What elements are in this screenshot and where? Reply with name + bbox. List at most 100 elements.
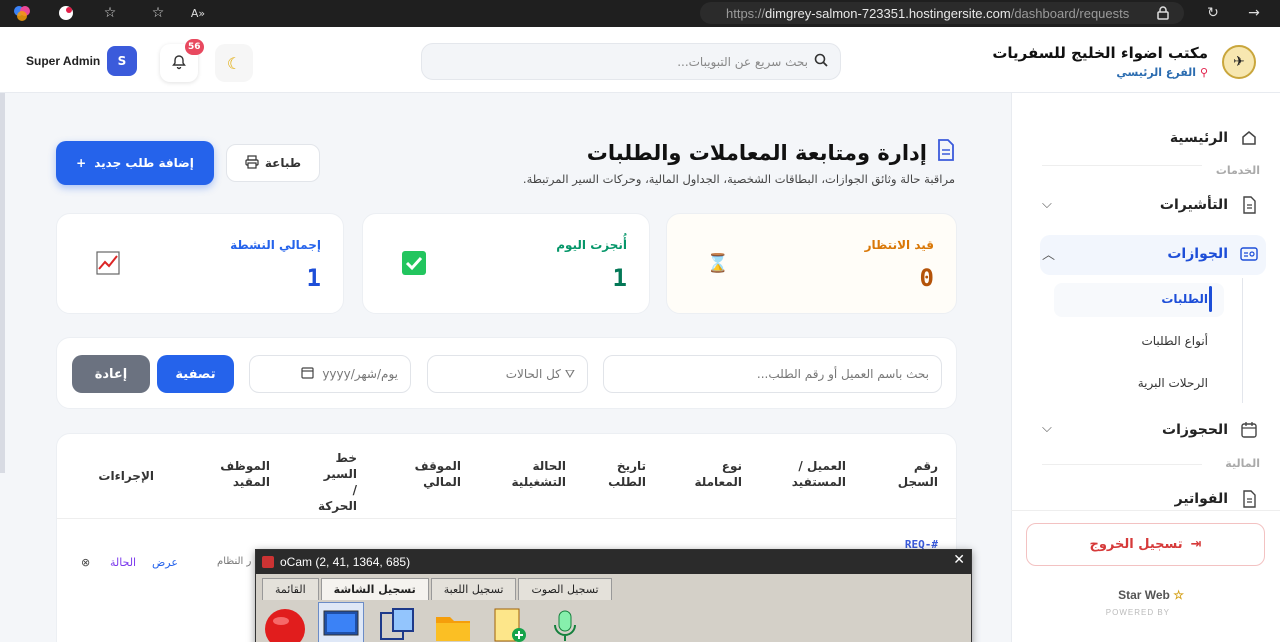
star-icon: ☆ xyxy=(1173,588,1184,602)
divider xyxy=(1042,464,1202,465)
stat-value: 1 xyxy=(306,264,321,292)
close-icon[interactable]: ✕ xyxy=(953,552,965,568)
sidebar-subitem-request-types[interactable]: أنواع الطلبات xyxy=(1141,334,1208,348)
folder-icon[interactable] xyxy=(430,602,476,642)
quick-search-input[interactable]: بحث سريع عن التبويبات... xyxy=(421,43,841,80)
sidebar-subitem-requests[interactable]: الطلبات xyxy=(1161,292,1208,306)
collapsed-left-panel xyxy=(0,93,5,473)
ocam-app-icon xyxy=(262,556,274,568)
sidebar-item-label: الرئيسية xyxy=(1169,130,1228,146)
read-aloud-icon[interactable]: A» xyxy=(188,3,208,23)
stat-value: 1 xyxy=(612,264,627,292)
star-icon[interactable]: ☆ xyxy=(148,3,168,23)
ocam-tab-menu[interactable]: القائمة xyxy=(262,578,319,600)
stat-card-total-active: إجمالي النشطة 1 xyxy=(56,213,344,314)
filter-bar: بحث باسم العميل أو رقم الطلب... ⛛ كل الح… xyxy=(56,337,957,409)
delete-icon[interactable]: ⊗ xyxy=(81,556,90,569)
hourglass-icon: ⌛ xyxy=(706,252,730,274)
favorites-icon[interactable]: ☆ xyxy=(100,3,120,23)
document-icon xyxy=(937,139,955,166)
status-link[interactable]: الحالة xyxy=(110,556,136,569)
copilot-icon[interactable] xyxy=(12,3,32,23)
page-subtitle: مراقبة حالة وثائق الجوازات، البطاقات الش… xyxy=(522,172,955,186)
column-header: تاريخ الطلب xyxy=(608,459,646,489)
divider xyxy=(1011,510,1280,511)
sidebar-subitem-land-trips[interactable]: الرحلات البرية xyxy=(1138,376,1208,390)
active-indicator xyxy=(1209,286,1212,312)
bell-icon xyxy=(171,54,187,73)
forward-icon[interactable]: → xyxy=(1244,3,1264,23)
filter-icon: ⛛ xyxy=(564,366,575,381)
ocam-titlebar[interactable]: oCam (2, 41, 1364, 685) xyxy=(256,550,971,574)
sidebar-item-label: الجوازات xyxy=(1167,246,1228,262)
avatar[interactable]: S xyxy=(107,46,137,76)
ocam-tab-game-record[interactable]: تسجيل اللعبة xyxy=(430,578,517,600)
ocam-tab-audio-record[interactable]: تسجيل الصوت xyxy=(518,578,612,600)
search-icon xyxy=(814,53,828,70)
print-button[interactable]: طباعة xyxy=(226,144,320,182)
address-bar[interactable]: https://dimgrey-salmon-723351.hostingers… xyxy=(700,2,1184,24)
stat-card-pending: قيد الانتظار 0 ⌛ xyxy=(666,213,957,314)
sidebar-item-invoices[interactable]: الفواتير xyxy=(1175,488,1260,510)
branch-label[interactable]: ⚲ الفرع الرئيسي xyxy=(1116,66,1208,79)
resize-icon[interactable] xyxy=(374,602,420,642)
document-icon xyxy=(1238,488,1260,510)
search-request-input[interactable]: بحث باسم العميل أو رقم الطلب... xyxy=(603,355,942,393)
sidebar-item-bookings[interactable]: الحجوزات xyxy=(1162,419,1260,441)
chevron-up-icon[interactable]: ︿ xyxy=(1042,244,1055,263)
stat-label: قيد الانتظار xyxy=(864,238,934,252)
home-icon xyxy=(1238,127,1260,149)
admin-name[interactable]: Super Admin xyxy=(26,54,100,68)
logout-label: تسجيل الخروج xyxy=(1089,537,1183,552)
date-input[interactable]: يوم/شهر/yyyy xyxy=(249,355,411,393)
ocam-tab-screen-record[interactable]: تسجيل الشاشة xyxy=(320,578,429,600)
passport-icon xyxy=(1238,243,1260,265)
chevron-down-icon[interactable]: ⌵ xyxy=(1042,421,1052,436)
logout-button[interactable]: ⇥ تسجيل الخروج xyxy=(1026,523,1265,566)
url-prefix: https:// xyxy=(726,5,766,21)
screen-icon[interactable] xyxy=(318,602,364,642)
status-select[interactable]: ⛛ كل الحالات xyxy=(427,355,588,393)
microphone-icon[interactable] xyxy=(542,602,588,642)
divider xyxy=(1042,165,1202,166)
theme-toggle-button[interactable]: ☾ xyxy=(215,44,253,82)
column-header: الإجراءات xyxy=(98,469,154,483)
sidebar-item-passports[interactable]: الجوازات xyxy=(1167,243,1260,265)
page-title: إدارة ومتابعة المعاملات والطلبات xyxy=(587,139,955,166)
refresh-icon[interactable]: ↻ xyxy=(1203,3,1223,23)
add-request-button[interactable]: إضافة طلب جديد + xyxy=(56,141,214,185)
column-header: الموظف المقيد xyxy=(220,459,270,489)
print-label: طباعة xyxy=(264,156,302,170)
stat-value: 0 xyxy=(919,264,934,292)
plus-icon: + xyxy=(76,156,87,170)
reset-button[interactable]: إعادة xyxy=(72,355,150,393)
stat-label: إجمالي النشطة xyxy=(230,238,321,252)
chevron-down-icon[interactable]: ⌵ xyxy=(1042,197,1052,212)
sidebar: الرئيسية الخدمات التأشيرات ⌵ الجوازات ︿ … xyxy=(1011,93,1280,642)
search-request-placeholder: بحث باسم العميل أو رقم الطلب... xyxy=(756,367,929,381)
document-icon xyxy=(1238,194,1260,216)
video-add-icon[interactable] xyxy=(486,602,532,642)
moon-icon: ☾ xyxy=(226,53,242,73)
url-path: /dashboard/requests xyxy=(1010,5,1130,21)
brand-title: مكتب اضواء الخليج للسفريات xyxy=(992,44,1208,62)
status-select-value: كل الحالات xyxy=(505,367,561,381)
sidebar-item-label: الحجوزات xyxy=(1162,422,1228,438)
sidebar-item-home[interactable]: الرئيسية xyxy=(1170,127,1260,149)
ocam-title: oCam (2, 41, 1364, 685) xyxy=(280,555,411,569)
tracking-icon[interactable] xyxy=(56,3,76,23)
lock-icon[interactable] xyxy=(1153,3,1173,23)
divider xyxy=(57,518,956,519)
column-header: رقم السجل xyxy=(897,459,938,489)
filter-button[interactable]: تصفية xyxy=(157,355,234,393)
branch-name: الفرع الرئيسي xyxy=(1116,66,1197,79)
url-host: dimgrey-salmon-723351.hostingersite.com xyxy=(765,5,1011,21)
date-placeholder: يوم/شهر/yyyy xyxy=(322,367,398,381)
calendar-icon xyxy=(1238,419,1260,441)
column-header: الحالة التشغيلية xyxy=(511,459,566,489)
sidebar-item-visas[interactable]: التأشيرات xyxy=(1160,194,1260,216)
view-link[interactable]: عرض xyxy=(152,556,178,569)
record-icon[interactable] xyxy=(262,602,308,642)
ocam-toolbar xyxy=(262,602,588,642)
sidebar-item-label: التأشيرات xyxy=(1159,197,1228,213)
